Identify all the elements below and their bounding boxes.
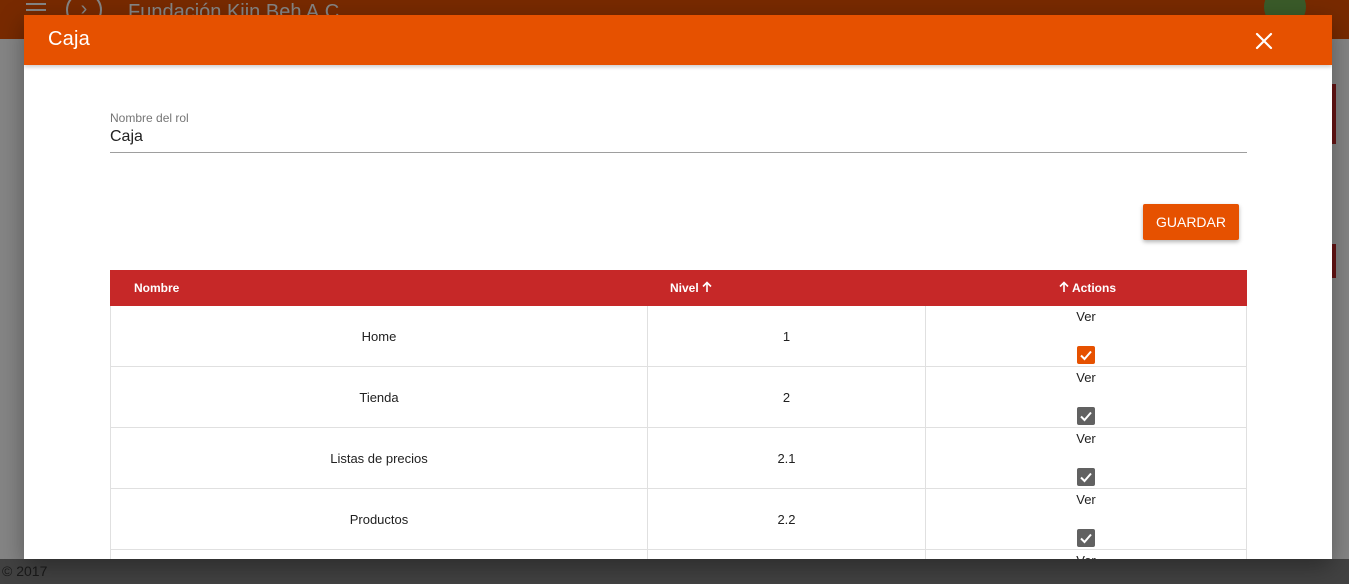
ver-checkbox[interactable]: [1077, 529, 1095, 547]
cell-nombre: [111, 550, 648, 559]
ver-label: Ver: [1076, 370, 1096, 385]
arrow-up-icon: [1059, 281, 1069, 292]
check-icon: [1080, 350, 1092, 361]
cell-nivel: 2: [648, 367, 926, 427]
dialog-header: Caja: [24, 15, 1332, 65]
cell-actions: Ver: [926, 428, 1246, 488]
check-icon: [1080, 472, 1092, 483]
role-name-label: Nombre del rol: [110, 111, 189, 125]
cell-nombre: Listas de precios: [111, 428, 648, 488]
cell-actions: Ver: [926, 306, 1246, 366]
ver-label: Ver: [1076, 309, 1096, 324]
cell-nivel: 2.1: [648, 428, 926, 488]
ver-label: Ver: [1076, 431, 1096, 446]
ver-checkbox[interactable]: [1077, 346, 1095, 364]
check-icon: [1080, 533, 1092, 544]
cell-nivel: 2.2: [648, 489, 926, 549]
arrow-up-icon: [702, 281, 712, 292]
table-row: Home 1 Ver: [110, 306, 1247, 367]
cell-actions: Ver: [926, 550, 1246, 559]
column-header-nivel[interactable]: Nivel: [670, 270, 713, 306]
check-icon: [1080, 411, 1092, 422]
ver-label: Ver: [1076, 553, 1096, 559]
close-icon[interactable]: [1250, 27, 1278, 55]
permissions-table: Nombre Nivel Actions Home 1 Ver Tienda 2 Ver L…: [110, 270, 1247, 559]
dialog-title: Caja: [48, 28, 90, 50]
cell-nombre: Home: [111, 306, 648, 366]
cell-actions: Ver: [926, 489, 1246, 549]
cell-actions: Ver: [926, 367, 1246, 427]
ver-checkbox[interactable]: [1077, 468, 1095, 486]
table-row: Ver: [110, 550, 1247, 559]
cell-nombre: Tienda: [111, 367, 648, 427]
ver-label: Ver: [1076, 492, 1096, 507]
role-name-input[interactable]: [110, 125, 1247, 153]
table-header: Nombre Nivel Actions: [110, 270, 1247, 306]
table-row: Listas de precios 2.1 Ver: [110, 428, 1247, 489]
cell-nombre: Productos: [111, 489, 648, 549]
column-header-nombre[interactable]: Nombre: [134, 270, 179, 306]
table-row: Productos 2.2 Ver: [110, 489, 1247, 550]
cell-nivel: 1: [648, 306, 926, 366]
cell-nivel: [648, 550, 926, 559]
role-name-field: Nombre del rol: [110, 111, 1247, 153]
table-body: Home 1 Ver Tienda 2 Ver Listas de precios 2.1 Ve…: [110, 306, 1247, 559]
role-dialog: Caja Nombre del rol GUARDAR Nombre Nivel…: [24, 15, 1332, 559]
save-button[interactable]: GUARDAR: [1143, 204, 1239, 240]
column-header-actions[interactable]: Actions: [1058, 270, 1116, 306]
table-row: Tienda 2 Ver: [110, 367, 1247, 428]
ver-checkbox[interactable]: [1077, 407, 1095, 425]
